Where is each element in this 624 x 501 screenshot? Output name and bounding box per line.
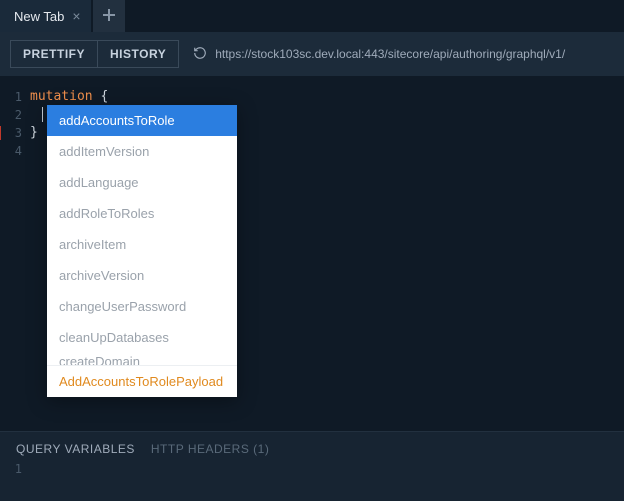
code-keyword: mutation bbox=[30, 89, 93, 104]
tab-active[interactable]: New Tab × bbox=[0, 0, 91, 32]
code-brace-close: } bbox=[30, 125, 38, 140]
prettify-button[interactable]: PRETTIFY bbox=[10, 40, 98, 68]
autocomplete-item[interactable]: addLanguage bbox=[47, 167, 237, 198]
history-button[interactable]: HISTORY bbox=[98, 40, 179, 68]
query-editor[interactable]: 1 2 3 4 mutation { } addAccountsToRole a… bbox=[0, 76, 624, 431]
tab-bar: New Tab × bbox=[0, 0, 624, 32]
autocomplete-item[interactable]: addAccountsToRole bbox=[47, 105, 237, 136]
line-number: 4 bbox=[0, 142, 30, 160]
toolbar: PRETTIFY HISTORY https://stock103sc.dev.… bbox=[0, 32, 624, 76]
autocomplete-type-hint[interactable]: AddAccountsToRolePayload bbox=[47, 365, 237, 397]
line-number: 1 bbox=[0, 88, 30, 106]
variables-panel-tabs: QUERY VARIABLES HTTP HEADERS (1) bbox=[0, 432, 624, 462]
line-number: 3 bbox=[0, 124, 30, 142]
autocomplete-item[interactable]: archiveVersion bbox=[47, 260, 237, 291]
close-icon[interactable]: × bbox=[72, 9, 80, 23]
autocomplete-item[interactable]: cleanUpDatabases bbox=[47, 322, 237, 353]
plus-icon bbox=[102, 8, 116, 25]
autocomplete-item[interactable]: createDomain bbox=[47, 353, 237, 365]
variables-gutter: 1 bbox=[0, 462, 30, 476]
endpoint-url-bar[interactable]: https://stock103sc.dev.local:443/sitecor… bbox=[193, 46, 565, 63]
autocomplete-item[interactable]: changeUserPassword bbox=[47, 291, 237, 322]
editor-gutter: 1 2 3 4 bbox=[0, 76, 30, 431]
editor-caret bbox=[42, 107, 43, 122]
line-number: 2 bbox=[0, 106, 30, 124]
code-brace-open: { bbox=[100, 89, 108, 104]
variables-panel: QUERY VARIABLES HTTP HEADERS (1) 1 bbox=[0, 431, 624, 501]
new-tab-button[interactable] bbox=[93, 0, 125, 32]
tab-label: New Tab bbox=[14, 9, 64, 24]
tab-http-headers[interactable]: HTTP HEADERS (1) bbox=[151, 442, 269, 456]
autocomplete-item[interactable]: addItemVersion bbox=[47, 136, 237, 167]
endpoint-url-text: https://stock103sc.dev.local:443/sitecor… bbox=[215, 47, 565, 61]
autocomplete-item[interactable]: addRoleToRoles bbox=[47, 198, 237, 229]
autocomplete-popup: addAccountsToRole addItemVersion addLang… bbox=[47, 105, 237, 397]
tab-query-variables[interactable]: QUERY VARIABLES bbox=[16, 442, 135, 456]
reload-icon[interactable] bbox=[193, 46, 207, 63]
autocomplete-item[interactable]: archiveItem bbox=[47, 229, 237, 260]
line-number: 1 bbox=[15, 462, 22, 476]
